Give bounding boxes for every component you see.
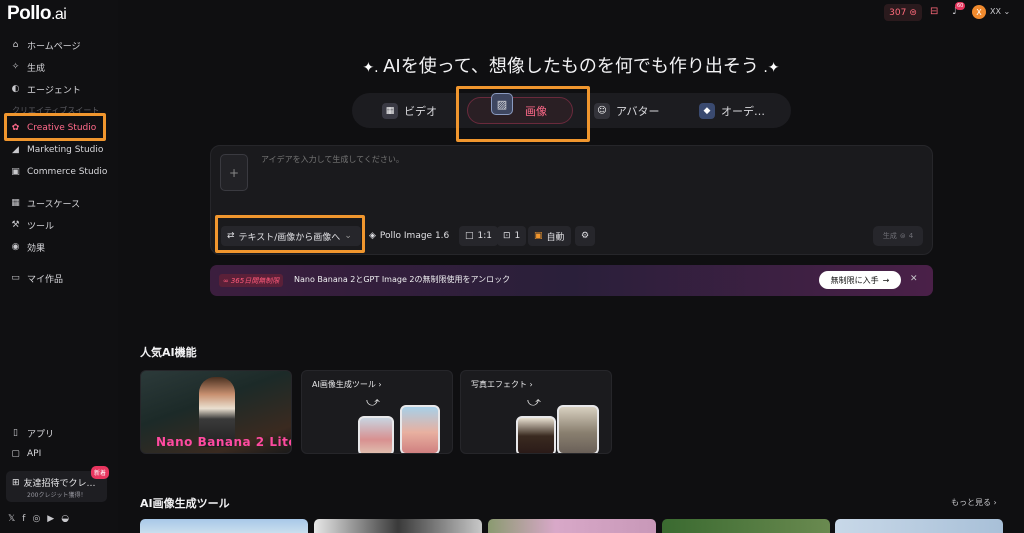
swap-icon: ⇄ [227,231,235,241]
square-icon: □ [465,231,474,241]
youtube-icon[interactable]: ▶ [47,514,54,524]
tab-video[interactable]: ▦ ビデオ [382,93,437,128]
tool-thumbnail[interactable] [488,519,656,533]
sliders-icon: ⚙ [581,231,590,241]
sidebar-item-my-works[interactable]: ▭ マイ作品 [10,269,63,287]
tool-thumbnail[interactable] [835,519,1003,533]
sidebar-item-effects[interactable]: ◉ 効果 [10,238,45,256]
promo-tag: ∞ 365日間無制限 [219,274,284,287]
model-icon: ◈ [369,231,376,241]
curved-arrow-icon: ⤻ [527,395,541,410]
avatar[interactable]: X [972,5,986,19]
popular-section-title: 人気AI機能 [140,346,197,359]
curved-arrow-icon: ⤻ [366,395,380,410]
prompt-box: + ⇄テキスト/画像から画像へ⌄ ◈Pollo Image 1.6 □1:1 ⊡… [210,145,933,255]
coin-icon: ⊜ [899,232,906,240]
user-menu[interactable]: XX ⌄ [990,7,1010,16]
sidebar-item-marketing-studio[interactable]: ◢ Marketing Studio [10,141,103,159]
sidebar-item-use-cases[interactable]: ▦ ユースケース [10,194,80,212]
plus-icon: + [228,165,240,180]
shop-icon: ▣ [11,167,20,177]
agent-icon: ◐ [11,84,20,94]
page-title: ✦. AIを使って、想像したものを何でも作り出そう .✦ [362,56,780,77]
api-icon: ▢ [11,449,20,459]
image-stack-icon: ⊡ [503,231,511,241]
feature-card-nano-banana[interactable]: Nano Banana 2 Lite [140,370,292,454]
see-more-link[interactable]: もっと見る › [951,497,997,508]
sidebar-item-commerce-studio[interactable]: ▣ Commerce Studio [10,163,107,181]
sidebar-item-tools[interactable]: ⚒ ツール [10,216,54,234]
sidebar-section-creative-suite: クリエイティブスイート [12,106,100,115]
sidebar-item-creative-studio[interactable]: ✿ Creative Studio [10,119,97,137]
chevron-down-icon: ⌄ [1003,7,1011,16]
style-select[interactable]: ▣ 自動 [528,226,571,246]
instagram-icon[interactable]: ◎ [32,514,40,524]
effects-icon: ◉ [11,242,20,252]
chevron-right-icon: › [378,380,382,389]
home-icon: ⌂ [12,40,19,50]
new-badge: 新着 [91,466,110,479]
tab-audio[interactable]: ◆ オーデ… [699,93,765,128]
coin-icon: ⊜ [909,7,917,18]
audio-icon: ◆ [699,102,715,119]
image-count-select[interactable]: ⊡ 1 [497,226,527,246]
generate-button[interactable]: 生成 ⊜ 4 [873,226,923,246]
video-icon: ▦ [382,102,398,119]
sidebar-item-api[interactable]: ▢ API [10,445,41,463]
phone-icon: ▯ [13,428,18,438]
credits-badge[interactable]: 307 ⊜ [884,4,922,21]
logo[interactable]: Pollo.ai [7,3,67,25]
x-icon[interactable]: 𝕏 [8,514,15,524]
tool-thumbnail[interactable] [662,519,830,533]
chevron-right-icon: › [529,380,533,389]
style-icon: ▣ [534,231,543,241]
facebook-icon[interactable]: f [22,514,25,524]
model-select[interactable]: ◈ Pollo Image 1.6 [363,226,455,246]
chevron-right-icon: › [993,498,997,507]
sample-photo [358,416,394,453]
sparkle-icon: ✦. [362,60,384,76]
promo-message: Nano Banana 2とGPT Image 2の無制限使用をアンロック [294,275,511,284]
sample-photo [516,416,556,453]
chevron-down-icon: ⌄ [344,231,352,241]
unlimited-cta-button[interactable]: 無制限に入手 → [819,271,901,289]
sidebar-item-app[interactable]: ▯ アプリ [10,424,54,442]
settings-button[interactable]: ⚙ [575,226,596,246]
sample-photo [400,405,440,453]
gift-icon: ⊞ [12,477,20,488]
grid-icon: ▦ [11,198,20,208]
mode-select[interactable]: ⇄ テキスト/画像から画像へ ⌄ [221,226,361,246]
tools-section-title: AI画像生成ツール [140,497,230,510]
gift-box-icon[interactable]: ⊟ [930,6,938,17]
sidebar: Pollo.ai ⌂ ホームページ ✧ 生成 ◐ エージェント クリエイティブスイート… [0,0,118,533]
promo-banner[interactable]: ∞ 365日間無制限 Nano Banana 2とGPT Image 2の無制限使… [210,265,933,296]
tool-thumbnail[interactable] [140,519,308,533]
prompt-input[interactable] [261,155,861,164]
notification-badge: 60 [955,2,966,10]
sidebar-item-agent[interactable]: ◐ エージェント [10,80,81,98]
tool-thumbnail[interactable] [314,519,482,533]
feature-card-ai-image-generator[interactable]: AI画像生成ツール › ⤻ [301,370,453,454]
wrench-icon: ⚒ [11,220,20,230]
discord-icon[interactable]: ◒ [61,514,69,524]
image-icon: ▨ [491,93,513,115]
megaphone-icon: ◢ [12,145,19,155]
close-icon[interactable]: ✕ [910,274,918,284]
infinity-icon: ∞ [223,276,229,285]
arrow-right-icon: → [882,275,890,285]
palette-icon: ✿ [11,123,20,133]
upload-image-button[interactable]: + [220,154,248,191]
avatar-icon: ☺ [594,102,610,119]
social-links: 𝕏 f ◎ ▶ ◒ [8,514,69,524]
feature-card-photo-effects[interactable]: 写真エフェクト › ⤻ [460,370,612,454]
sample-photo [557,405,599,453]
tab-avatar[interactable]: ☺ アバター [594,93,660,128]
sparkle-icon: .✦ [758,60,780,76]
tab-image[interactable]: ▨ 画像 [461,93,587,128]
aspect-ratio-select[interactable]: □ 1:1 [459,226,498,246]
folder-icon: ▭ [11,273,20,283]
